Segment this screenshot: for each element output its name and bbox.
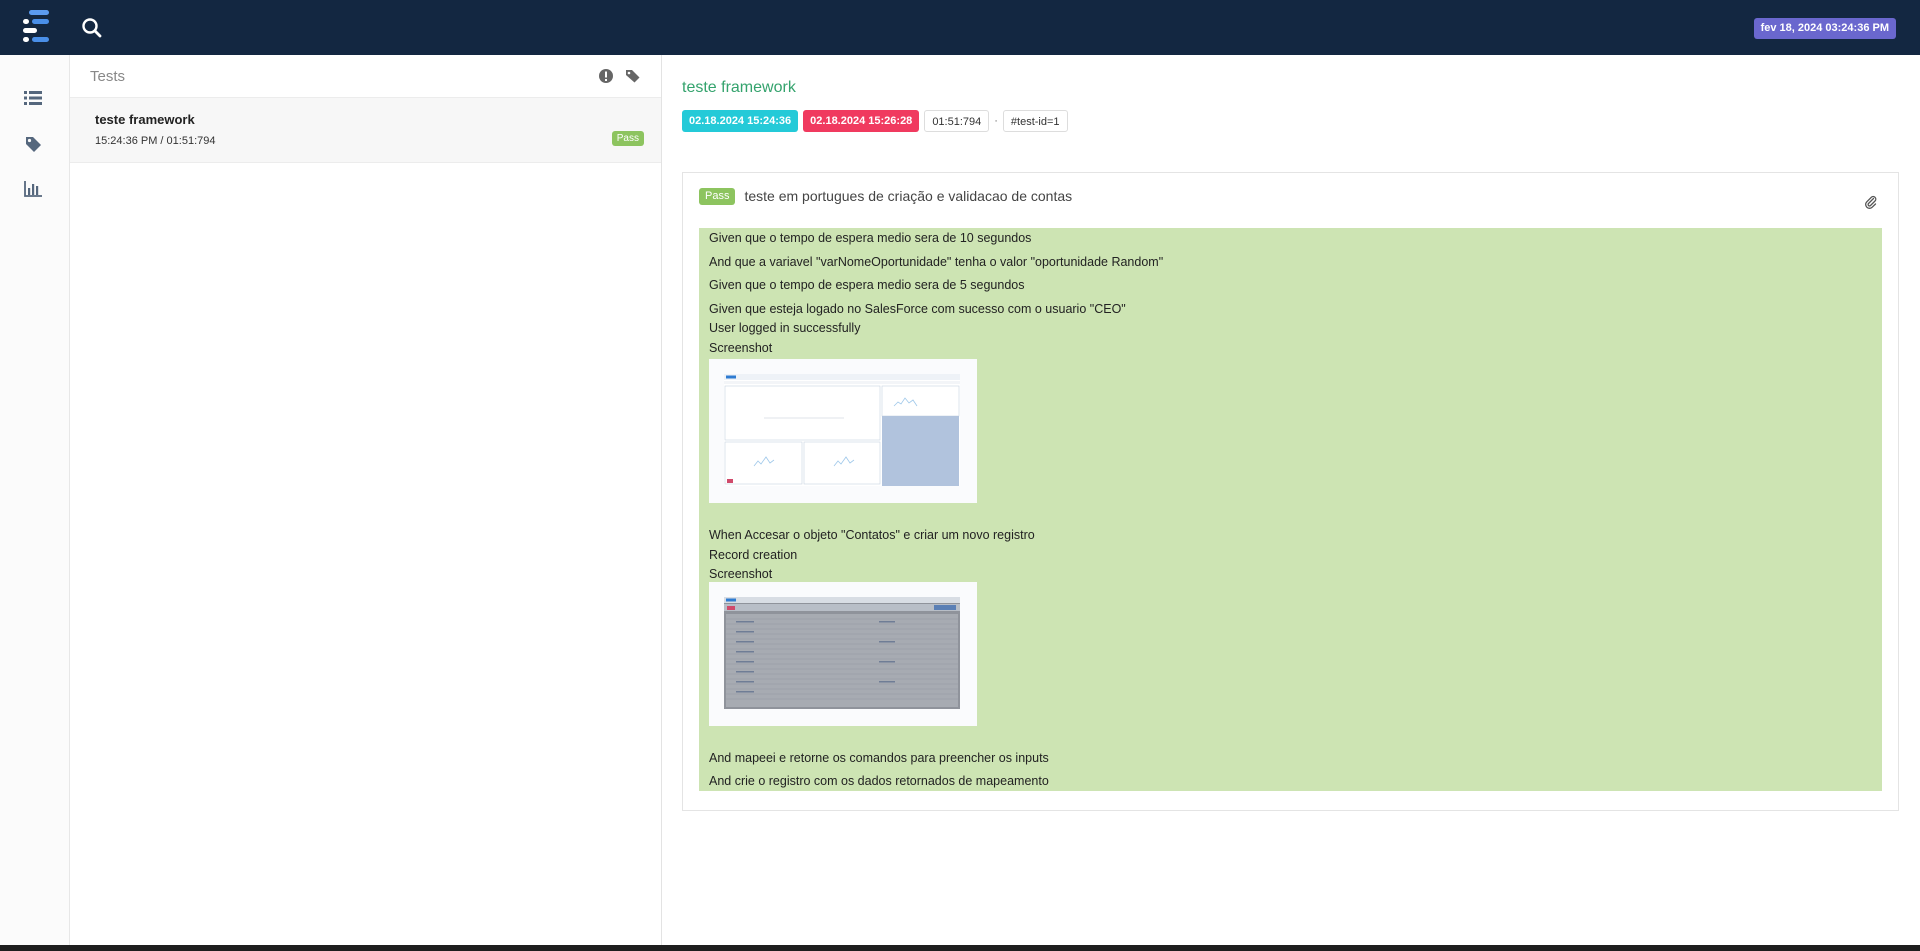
screenshot-thumbnail[interactable] bbox=[709, 359, 977, 503]
exclamation-circle-icon[interactable] bbox=[598, 68, 614, 84]
test-meta: 02.18.2024 15:24:36 02.18.2024 15:26:28 … bbox=[682, 110, 1068, 132]
test-list-title: Tests bbox=[90, 68, 126, 85]
step-text: When Accesar o objeto "Contatos" e criar… bbox=[709, 528, 1035, 542]
tag-icon[interactable] bbox=[22, 134, 44, 154]
end-time-badge: 02.18.2024 15:26:28 bbox=[803, 110, 920, 132]
steps-container: Given que o tempo de espera medio sera d… bbox=[699, 228, 1882, 791]
case-status-badge: Pass bbox=[699, 187, 736, 205]
top-bar: fev 18, 2024 03:24:36 PM bbox=[0, 0, 1920, 55]
step-text: Given que o tempo de espera medio sera d… bbox=[709, 278, 1025, 292]
test-name: teste framework bbox=[95, 112, 195, 127]
test-list-item[interactable]: teste framework 15:24:36 PM / 01:51:794 … bbox=[70, 98, 661, 163]
start-time-badge: 02.18.2024 15:24:36 bbox=[682, 110, 799, 132]
test-id-badge: #test-id=1 bbox=[1002, 110, 1068, 132]
screenshot-image-dashboard bbox=[724, 374, 960, 486]
extent-logo-icon[interactable] bbox=[23, 10, 49, 44]
step-text: And que a variavel "varNomeOportunidade"… bbox=[709, 255, 1164, 269]
side-nav bbox=[0, 55, 70, 945]
test-case-card: Pass teste em portugues de criação e val… bbox=[682, 172, 1899, 811]
step-log-text: Record creation bbox=[709, 548, 798, 562]
meta-separator: · bbox=[994, 115, 998, 127]
step-log-text: User logged in successfully bbox=[709, 321, 861, 335]
bar-chart-icon[interactable] bbox=[22, 179, 44, 199]
list-icon[interactable] bbox=[22, 88, 44, 108]
step-text: Given que o tempo de espera medio sera d… bbox=[709, 231, 1032, 245]
screenshot-label: Screenshot bbox=[709, 567, 773, 581]
screenshot-label: Screenshot bbox=[709, 341, 773, 355]
test-list-panel: Tests teste framework 15:24:36 PM / 01:5… bbox=[70, 55, 662, 945]
test-title: teste framework bbox=[682, 79, 796, 96]
bottom-edge bbox=[0, 945, 1920, 951]
status-badge: Pass bbox=[611, 131, 644, 146]
paperclip-icon[interactable] bbox=[1864, 195, 1878, 209]
tag-icon[interactable] bbox=[625, 68, 641, 84]
date-badge: fev 18, 2024 03:24:36 PM bbox=[1753, 18, 1896, 39]
step-text: And mapeei e retorne os comandos para pr… bbox=[709, 751, 1049, 765]
step-text: And crie o registro com os dados retorna… bbox=[709, 774, 1049, 788]
screenshot-image-contacts bbox=[724, 597, 960, 709]
screenshot-thumbnail[interactable] bbox=[709, 582, 977, 726]
search-icon[interactable] bbox=[80, 16, 104, 40]
test-time: 15:24:36 PM / 01:51:794 bbox=[95, 135, 216, 147]
test-list-header: Tests bbox=[70, 55, 661, 98]
duration-badge: 01:51:794 bbox=[924, 110, 990, 132]
test-case-header[interactable]: Pass teste em portugues de criação e val… bbox=[699, 187, 1072, 205]
case-title: teste em portugues de criação e validaca… bbox=[744, 188, 1073, 204]
test-detail-panel: teste framework 02.18.2024 15:24:36 02.1… bbox=[663, 55, 1920, 945]
step-text: Given que esteja logado no SalesForce co… bbox=[709, 302, 1126, 316]
